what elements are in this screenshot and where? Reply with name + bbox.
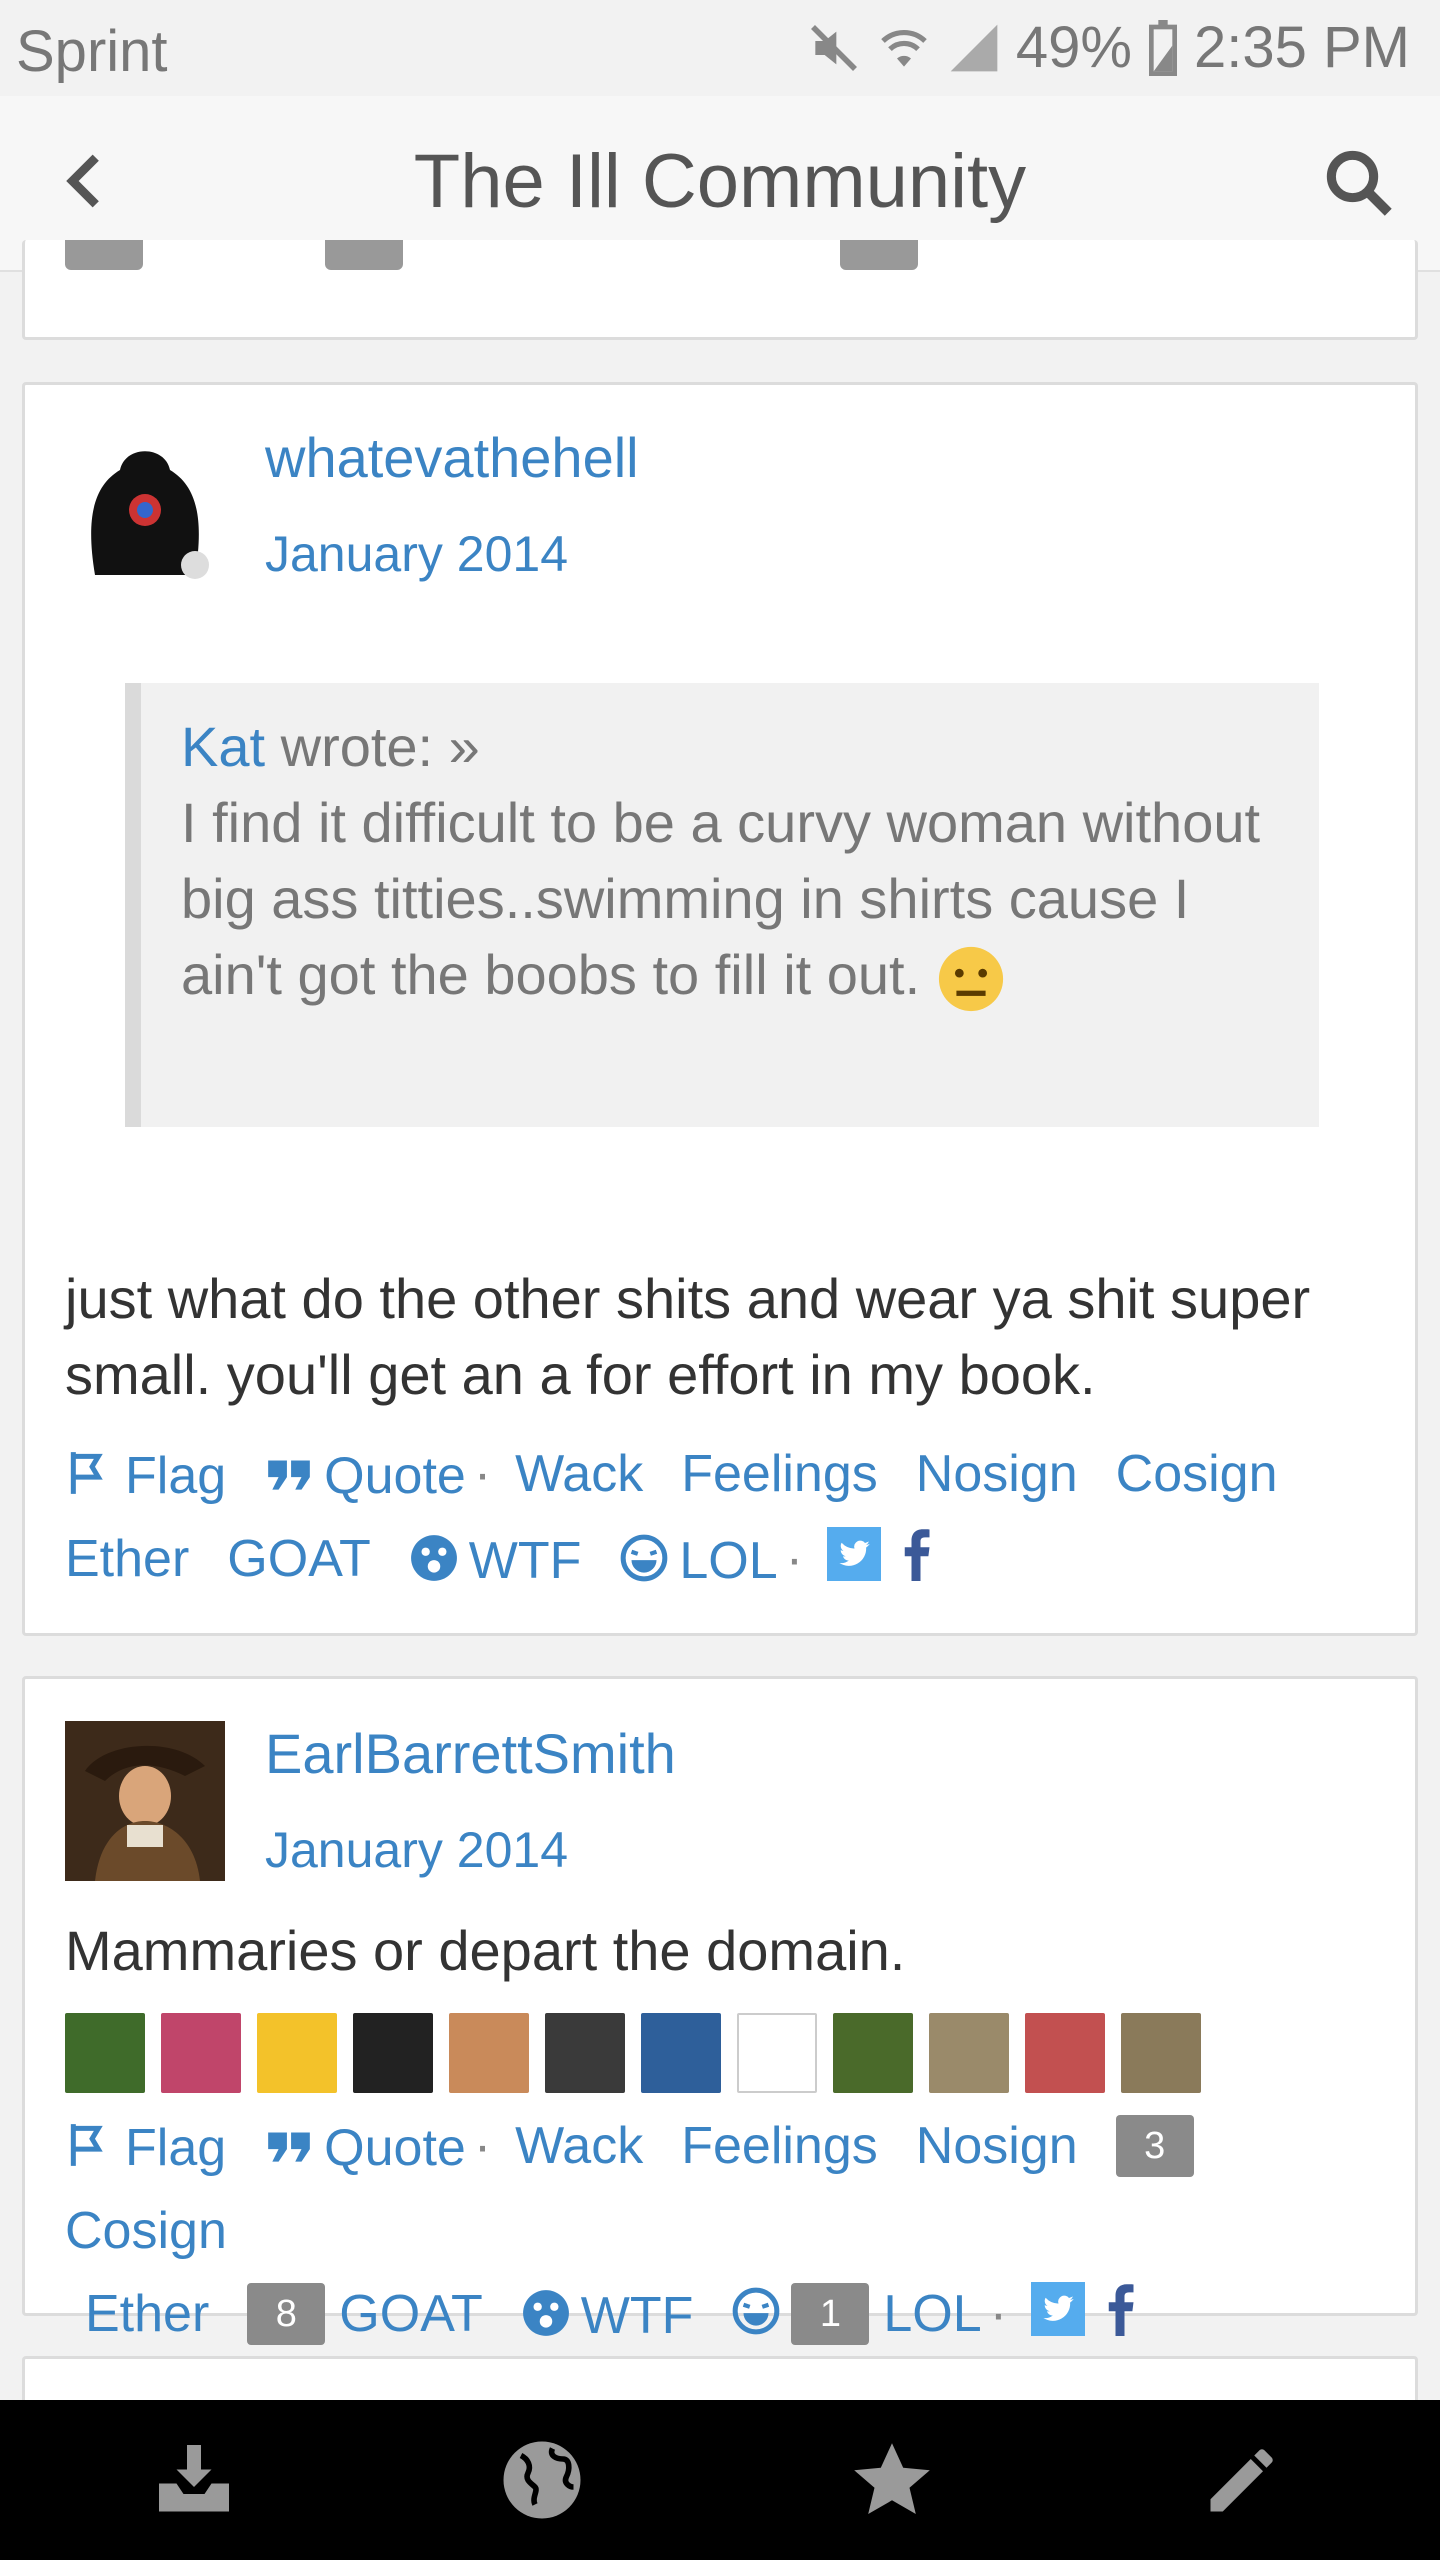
- badge-image[interactable]: [737, 2013, 817, 2093]
- post-username[interactable]: EarlBarrettSmith: [265, 1721, 676, 1786]
- cosign-count: 3: [1115, 2115, 1194, 2178]
- bottom-nav: [0, 2400, 1440, 2560]
- badge-image[interactable]: [161, 2013, 241, 2093]
- lol-count: 1: [791, 2283, 870, 2346]
- wtf-button[interactable]: WTF: [521, 2273, 693, 2356]
- goat-count: 8: [247, 2283, 326, 2346]
- ether-button[interactable]: Ether: [65, 1519, 189, 1599]
- facebook-icon[interactable]: [1103, 2282, 1137, 2337]
- quote-wrote-label[interactable]: wrote: »: [265, 715, 480, 778]
- mute-icon: [810, 24, 857, 71]
- badge-image[interactable]: [641, 2013, 721, 2093]
- post-username[interactable]: whatevathehell: [265, 425, 639, 490]
- neutral-face-emoji-icon: [938, 947, 1003, 1012]
- flag-icon: [70, 2123, 103, 2166]
- post-card: whatevathehell January 2014 Kat wrote: »…: [22, 382, 1418, 1636]
- badge-image[interactable]: [65, 2013, 145, 2093]
- flag-button[interactable]: Flag: [65, 2105, 226, 2188]
- quote-icon: [268, 1460, 310, 1490]
- quote-text: I find it difficult to be a curvy woman …: [181, 791, 1261, 1006]
- post-date[interactable]: January 2014: [265, 1821, 568, 1879]
- quote-author-link[interactable]: Kat: [181, 715, 265, 778]
- previous-post-card: [22, 240, 1418, 340]
- feelings-button[interactable]: Feelings: [681, 2106, 878, 2186]
- badge-image[interactable]: [545, 2013, 625, 2093]
- wack-button[interactable]: Wack: [515, 1434, 643, 1514]
- quote-icon: [268, 2132, 310, 2162]
- post-card: EarlBarrettSmith January 2014 Mammaries …: [22, 1676, 1418, 2346]
- signal-icon: [950, 24, 998, 71]
- post-body: Mammaries or depart the domain.: [65, 1919, 906, 1982]
- wifi-icon: [881, 29, 927, 67]
- battery-percent: 49%: [1015, 15, 1132, 80]
- status-icons: 49% 2:35 PM: [806, 14, 1410, 81]
- separator-dot: ·: [473, 1445, 492, 1504]
- badge-image[interactable]: [1025, 2013, 1105, 2093]
- goat-button[interactable]: GOAT: [227, 1519, 370, 1599]
- ether-button[interactable]: Ether: [85, 2274, 209, 2354]
- separator-dot: ·: [989, 2285, 1008, 2344]
- page-title: The Ill Community: [413, 139, 1027, 224]
- separator-dot: ·: [473, 2117, 492, 2176]
- search-icon[interactable]: [1320, 144, 1398, 222]
- nosign-button[interactable]: Nosign: [916, 1434, 1078, 1514]
- post-body: just what do the other shits and wear ya…: [65, 1267, 1311, 1406]
- cosign-button[interactable]: Cosign: [65, 2191, 227, 2271]
- badge-image[interactable]: [1121, 2013, 1201, 2093]
- flag-button[interactable]: Flag: [65, 1433, 226, 1516]
- wtf-button[interactable]: WTF: [409, 1518, 581, 1601]
- globe-icon[interactable]: [500, 2438, 584, 2522]
- battery-icon: [1149, 19, 1177, 76]
- cosign-button[interactable]: Cosign: [1116, 1434, 1278, 1514]
- wtf-icon: [410, 1534, 457, 1581]
- badge-image[interactable]: [257, 2013, 337, 2093]
- lol-icon[interactable]: [731, 2286, 781, 2336]
- avatar[interactable]: [65, 425, 225, 585]
- wtf-icon: [522, 2289, 569, 2336]
- badge-image[interactable]: [929, 2013, 1009, 2093]
- goat-button[interactable]: GOAT: [339, 2274, 482, 2354]
- star-icon[interactable]: [850, 2438, 934, 2522]
- carrier-label: Sprint: [16, 19, 168, 84]
- status-bar: Sprint 49% 2:35 PM: [0, 0, 1440, 96]
- quote-button[interactable]: Quote: [264, 2105, 466, 2188]
- nosign-button[interactable]: Nosign: [916, 2106, 1078, 2186]
- post-date[interactable]: January 2014: [265, 525, 568, 583]
- previous-post-stub: [325, 240, 403, 270]
- lol-icon: [621, 1534, 668, 1581]
- badge-row: [65, 2013, 1201, 2093]
- badge-image[interactable]: [833, 2013, 913, 2093]
- quote-button[interactable]: Quote: [264, 1433, 466, 1516]
- flag-icon: [70, 1451, 103, 1494]
- wack-button[interactable]: Wack: [515, 2106, 643, 2186]
- post-actions: Flag Quote · Wack Feelings Nosign 3Cosign Ethe…: [65, 2103, 1405, 2356]
- feelings-button[interactable]: Feelings: [681, 1434, 878, 1514]
- separator-dot: ·: [785, 1530, 804, 1589]
- inbox-icon[interactable]: [152, 2438, 236, 2522]
- clock: 2:35 PM: [1194, 15, 1410, 80]
- facebook-icon[interactable]: [899, 1527, 933, 1581]
- lol-button[interactable]: LOL: [883, 2274, 981, 2354]
- pencil-icon[interactable]: [1200, 2438, 1284, 2522]
- lol-button[interactable]: LOL: [619, 1518, 778, 1601]
- badge-image[interactable]: [353, 2013, 433, 2093]
- previous-post-stub: [65, 240, 143, 270]
- avatar[interactable]: [65, 1721, 225, 1881]
- badge-image[interactable]: [449, 2013, 529, 2093]
- twitter-icon[interactable]: [827, 1526, 882, 1581]
- twitter-icon[interactable]: [1031, 2282, 1086, 2337]
- post-actions: Flag Quote · Wack Feelings Nosign Cosign Ether…: [65, 1431, 1405, 1601]
- blockquote: Kat wrote: » I find it difficult to be a…: [125, 683, 1319, 1127]
- previous-post-stub: [840, 240, 918, 270]
